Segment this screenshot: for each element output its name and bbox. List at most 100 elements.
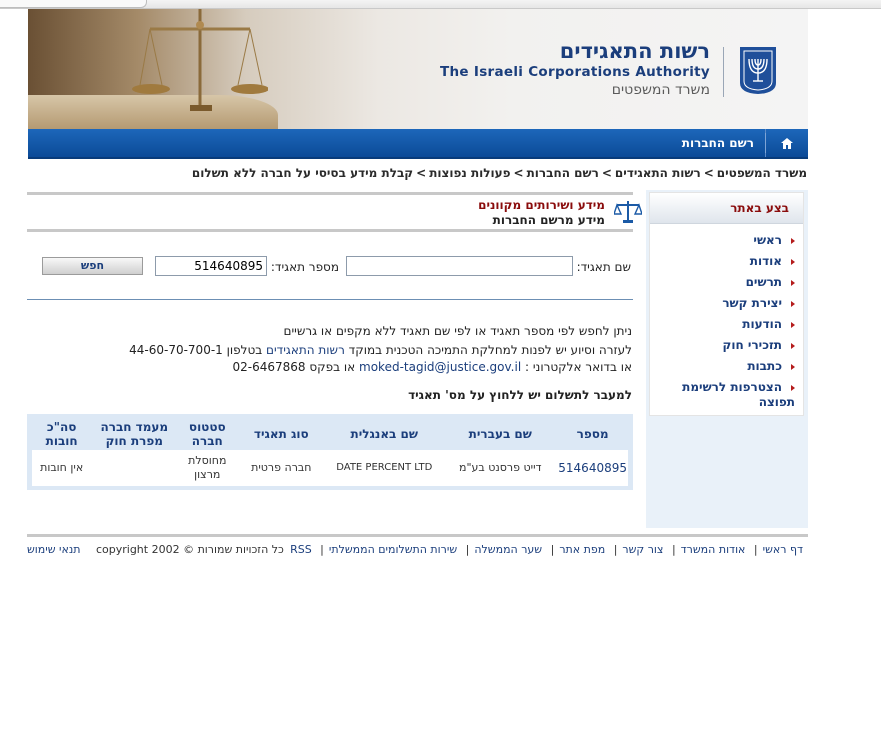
arrow-icon — [791, 300, 795, 307]
support-fax: או בפקס 02-6467868 — [232, 360, 356, 374]
arrow-icon — [791, 258, 795, 265]
arrow-icon — [791, 237, 795, 244]
authority-title-english: The Israeli Corporations Authority — [440, 64, 710, 80]
home-button[interactable] — [765, 129, 808, 157]
home-icon — [781, 137, 793, 149]
sidebar-item-messages[interactable]: הודעות — [650, 314, 803, 335]
sidebar-item-label: הצטרפות לרשימת תפוצה — [682, 380, 795, 409]
footer-link-home[interactable]: דף ראשי — [763, 543, 803, 556]
top-navigation-bar: רשם החברות — [28, 129, 808, 159]
breadcrumb-item[interactable]: משרד המשפטים — [717, 166, 807, 180]
footer-link-payments[interactable]: שירות התשלומים הממשלתי — [329, 543, 457, 556]
sidebar-item-label: תזכירי חוק — [722, 338, 782, 352]
support-text: לעזרה וסיוע יש לפנות למחלקת התמיכה הטכני… — [348, 343, 632, 357]
ministry-name: משרד המשפטים — [611, 82, 710, 98]
sidebar-item-chart[interactable]: תרשים — [650, 272, 803, 293]
search-hint-text: ניתן לחפש לפי מספר תאגיד או לפי שם תאגיד… — [283, 324, 632, 338]
footer-link-contact[interactable]: צור קשר — [622, 543, 663, 556]
sidebar-item-label: הודעות — [742, 317, 782, 331]
sidebar-item-about[interactable]: אודות — [650, 251, 803, 272]
section-bottom-rule — [27, 229, 633, 232]
results-header-row: מספר שם בעברית שם באנגלית סוג תאגיד סטטו… — [32, 418, 628, 450]
footer-link-sitemap[interactable]: מפת אתר — [559, 543, 605, 556]
scales-of-justice-image — [132, 9, 268, 111]
email-prefix: או בדואר אלקטרוני : — [525, 360, 632, 374]
company-name-label: שם תאגיד: — [576, 260, 631, 274]
column-header: שם בעברית — [443, 418, 558, 450]
column-header: סוג תאגיד — [237, 418, 326, 450]
footer-link-gov-portal[interactable]: שער הממשלה — [474, 543, 542, 556]
footer-link-rss[interactable]: RSS — [290, 543, 312, 556]
company-status-cell: מחוסלת מרצון — [188, 454, 227, 481]
company-number-link[interactable]: 514640895 — [557, 450, 628, 486]
section-title-block: מידע ושירותים מקוונים מידע מרשם החברות — [478, 198, 605, 228]
browser-tab[interactable] — [0, 0, 147, 8]
sidebar: בצע באתר ראשי אודות תרשים יצירת קשר הודע… — [646, 190, 808, 528]
section-top-rule — [27, 192, 633, 195]
section-title: מידע ושירותים מקוונים — [478, 198, 605, 212]
scales-icon — [614, 201, 642, 223]
column-header: סה"כ חובות — [32, 418, 92, 450]
arrow-icon — [791, 384, 795, 391]
sidebar-item-home[interactable]: ראשי — [650, 230, 803, 251]
support-contact-line: או בדואר אלקטרוני : moked-tagid@justice.… — [232, 360, 632, 374]
column-header: שם באנגלית — [325, 418, 444, 450]
search-form: שם תאגיד: מספר תאגיד: חפש — [27, 254, 633, 280]
arrow-icon — [791, 363, 795, 370]
footer-link-about[interactable]: אודות המשרד — [681, 543, 746, 556]
breadcrumb: משרד המשפטים>רשות התאגידים>רשם החברות>פע… — [191, 166, 807, 180]
nav-separator — [765, 133, 766, 153]
footer-links: דף ראשי| אודות המשרד| צור קשר| מפת אתר| … — [290, 543, 803, 556]
column-header: מעמד חברה מפרת חוק — [91, 418, 178, 450]
breadcrumb-item[interactable]: רשות התאגידים — [615, 166, 701, 180]
payment-note: למעבר לתשלום יש ללחוץ על מס' תאגיד — [408, 388, 632, 402]
total-debts-cell: אין חובות — [40, 461, 84, 474]
footer-rights: כל הזכויות שמורות © copyright 2002 תנאי … — [27, 543, 284, 556]
support-phone: בטלפון 44-60-70-700-1 — [129, 343, 263, 357]
authority-link[interactable]: רשות התאגידים — [266, 343, 345, 357]
sidebar-item-bill-memos[interactable]: תזכירי חוק — [650, 335, 803, 356]
column-header: סטטוס חברה — [177, 418, 238, 450]
english-name-cell: DATE PERCENT LTD — [336, 462, 433, 473]
support-email-link[interactable]: moked-tagid@justice.gov.il — [359, 360, 521, 374]
company-number-input[interactable] — [155, 256, 267, 276]
sidebar-item-label: כתבות — [747, 359, 782, 373]
results-panel: מספר שם בעברית שם באנגלית סוג תאגיד סטטו… — [27, 414, 633, 490]
arrow-icon — [791, 321, 795, 328]
nav-item-registry[interactable]: רשם החברות — [682, 129, 754, 157]
company-name-input[interactable] — [346, 256, 573, 276]
section-subtitle: מידע מרשם החברות — [492, 213, 605, 227]
authority-brand: רשות התאגידים The Israeli Corporations A… — [440, 39, 710, 99]
brand-divider — [723, 47, 724, 97]
breadcrumb-item[interactable]: רשם החברות — [527, 166, 599, 180]
copyright-text: כל הזכויות שמורות © copyright 2002 — [95, 543, 284, 556]
column-header: מספר — [557, 418, 628, 450]
sidebar-title: בצע באתר — [650, 193, 803, 224]
footer: דף ראשי| אודות המשרד| צור קשר| מפת אתר| … — [27, 534, 808, 556]
authority-title-hebrew: רשות התאגידים — [559, 39, 710, 63]
footer-link-terms[interactable]: תנאי שימוש — [27, 543, 80, 556]
browser-top-strip — [0, 0, 881, 9]
sidebar-item-articles[interactable]: כתבות — [650, 356, 803, 377]
sidebar-item-label: ראשי — [753, 233, 782, 247]
sidebar-item-contact[interactable]: יצירת קשר — [650, 293, 803, 314]
sidebar-item-label: יצירת קשר — [722, 296, 782, 310]
support-info-line: לעזרה וסיוע יש לפנות למחלקת התמיכה הטכני… — [129, 343, 632, 357]
search-divider — [27, 299, 633, 300]
arrow-icon — [791, 342, 795, 349]
breadcrumb-current: קבלת מידע בסיסי על חברה ללא תשלום — [191, 166, 414, 180]
arrow-icon — [791, 279, 795, 286]
company-type-cell: חברה פרטית — [251, 461, 312, 474]
sidebar-item-mailing-list[interactable]: הצטרפות לרשימת תפוצה — [650, 377, 803, 410]
sidebar-item-label: אודות — [749, 254, 782, 268]
state-emblem-icon — [740, 47, 776, 94]
site-banner: רשות התאגידים The Israeli Corporations A… — [28, 9, 808, 129]
sidebar-item-label: תרשים — [745, 275, 782, 289]
company-number-label: מספר תאגיד: — [270, 260, 339, 274]
violator-status-cell — [91, 450, 177, 486]
hebrew-name-cell: דייט פרסנט בע"מ — [458, 461, 542, 474]
results-table: מספר שם בעברית שם באנגלית סוג תאגיד סטטו… — [32, 418, 628, 486]
search-button[interactable]: חפש — [42, 257, 143, 275]
breadcrumb-item[interactable]: פעולות נפוצות — [429, 166, 510, 180]
table-row: 514640895 דייט פרסנט בע"מ DATE PERCENT L… — [32, 450, 628, 486]
